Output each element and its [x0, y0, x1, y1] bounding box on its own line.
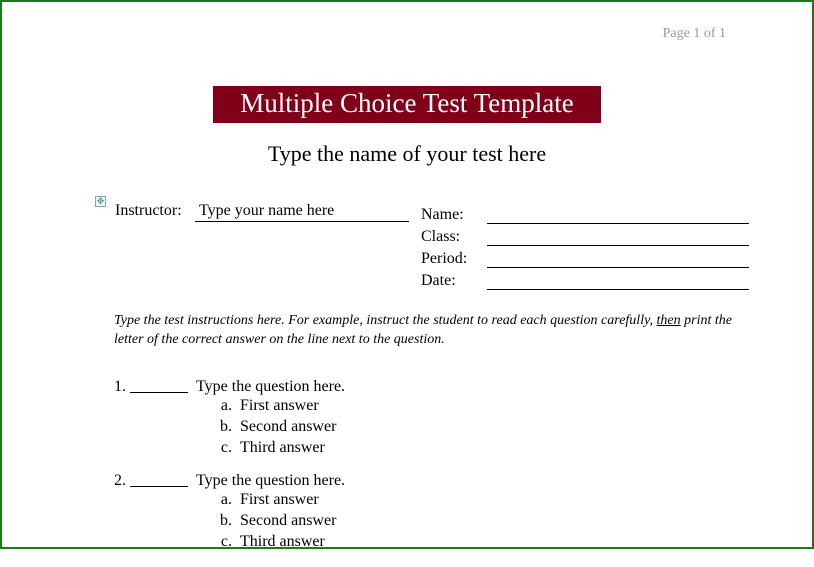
answer-letter: b.: [214, 511, 240, 532]
answer-option[interactable]: a. First answer: [214, 490, 345, 511]
info-table: Instructor: Type your name here Name: Cl…: [115, 202, 749, 290]
answer-text: First answer: [240, 490, 319, 511]
question-prompt[interactable]: Type the question here.: [196, 378, 345, 396]
answer-letter: b.: [214, 417, 240, 438]
test-name-placeholder[interactable]: Type the name of your test here: [2, 141, 812, 167]
answer-text: Second answer: [240, 511, 336, 532]
answer-option[interactable]: c. Third answer: [214, 532, 345, 553]
class-field[interactable]: [487, 230, 749, 246]
answer-letter: a.: [214, 396, 240, 417]
questions-list: 1. Type the question here. a. First answ…: [114, 378, 345, 567]
date-label: Date:: [421, 272, 483, 290]
answer-option[interactable]: c. Third answer: [214, 438, 345, 459]
document-title[interactable]: Multiple Choice Test Template: [213, 86, 601, 123]
page-number: Page 1 of 1: [663, 26, 726, 42]
question-block[interactable]: 1. Type the question here. a. First answ…: [114, 378, 345, 458]
instructor-field[interactable]: Type your name here: [195, 202, 409, 222]
answer-text: Second answer: [240, 417, 336, 438]
date-field[interactable]: [487, 274, 749, 290]
answer-text: First answer: [240, 396, 319, 417]
answer-letter: c.: [214, 532, 240, 553]
answer-blank[interactable]: [130, 378, 188, 393]
class-label: Class:: [421, 228, 483, 246]
answer-option[interactable]: b. Second answer: [214, 417, 345, 438]
answer-text: Third answer: [240, 532, 325, 553]
answer-option[interactable]: b. Second answer: [214, 511, 345, 532]
answer-blank[interactable]: [130, 472, 188, 487]
question-number: 2.: [114, 472, 130, 490]
question-block[interactable]: 2. Type the question here. a. First answ…: [114, 472, 345, 552]
table-anchor-icon[interactable]: ✥: [95, 196, 106, 207]
instructions-underlined: then: [657, 313, 681, 328]
name-field[interactable]: [487, 208, 749, 224]
period-field[interactable]: [487, 252, 749, 268]
name-label: Name:: [421, 206, 483, 224]
instructor-label: Instructor:: [115, 202, 195, 290]
instructions-part1: Type the test instructions here. For exa…: [114, 313, 657, 328]
period-label: Period:: [421, 250, 483, 268]
answer-text: Third answer: [240, 438, 325, 459]
answer-option[interactable]: a. First answer: [214, 396, 345, 417]
answer-letter: c.: [214, 438, 240, 459]
question-number: 1.: [114, 378, 130, 396]
question-prompt[interactable]: Type the question here.: [196, 472, 345, 490]
answer-letter: a.: [214, 490, 240, 511]
instructions-text[interactable]: Type the test instructions here. For exa…: [114, 312, 750, 350]
